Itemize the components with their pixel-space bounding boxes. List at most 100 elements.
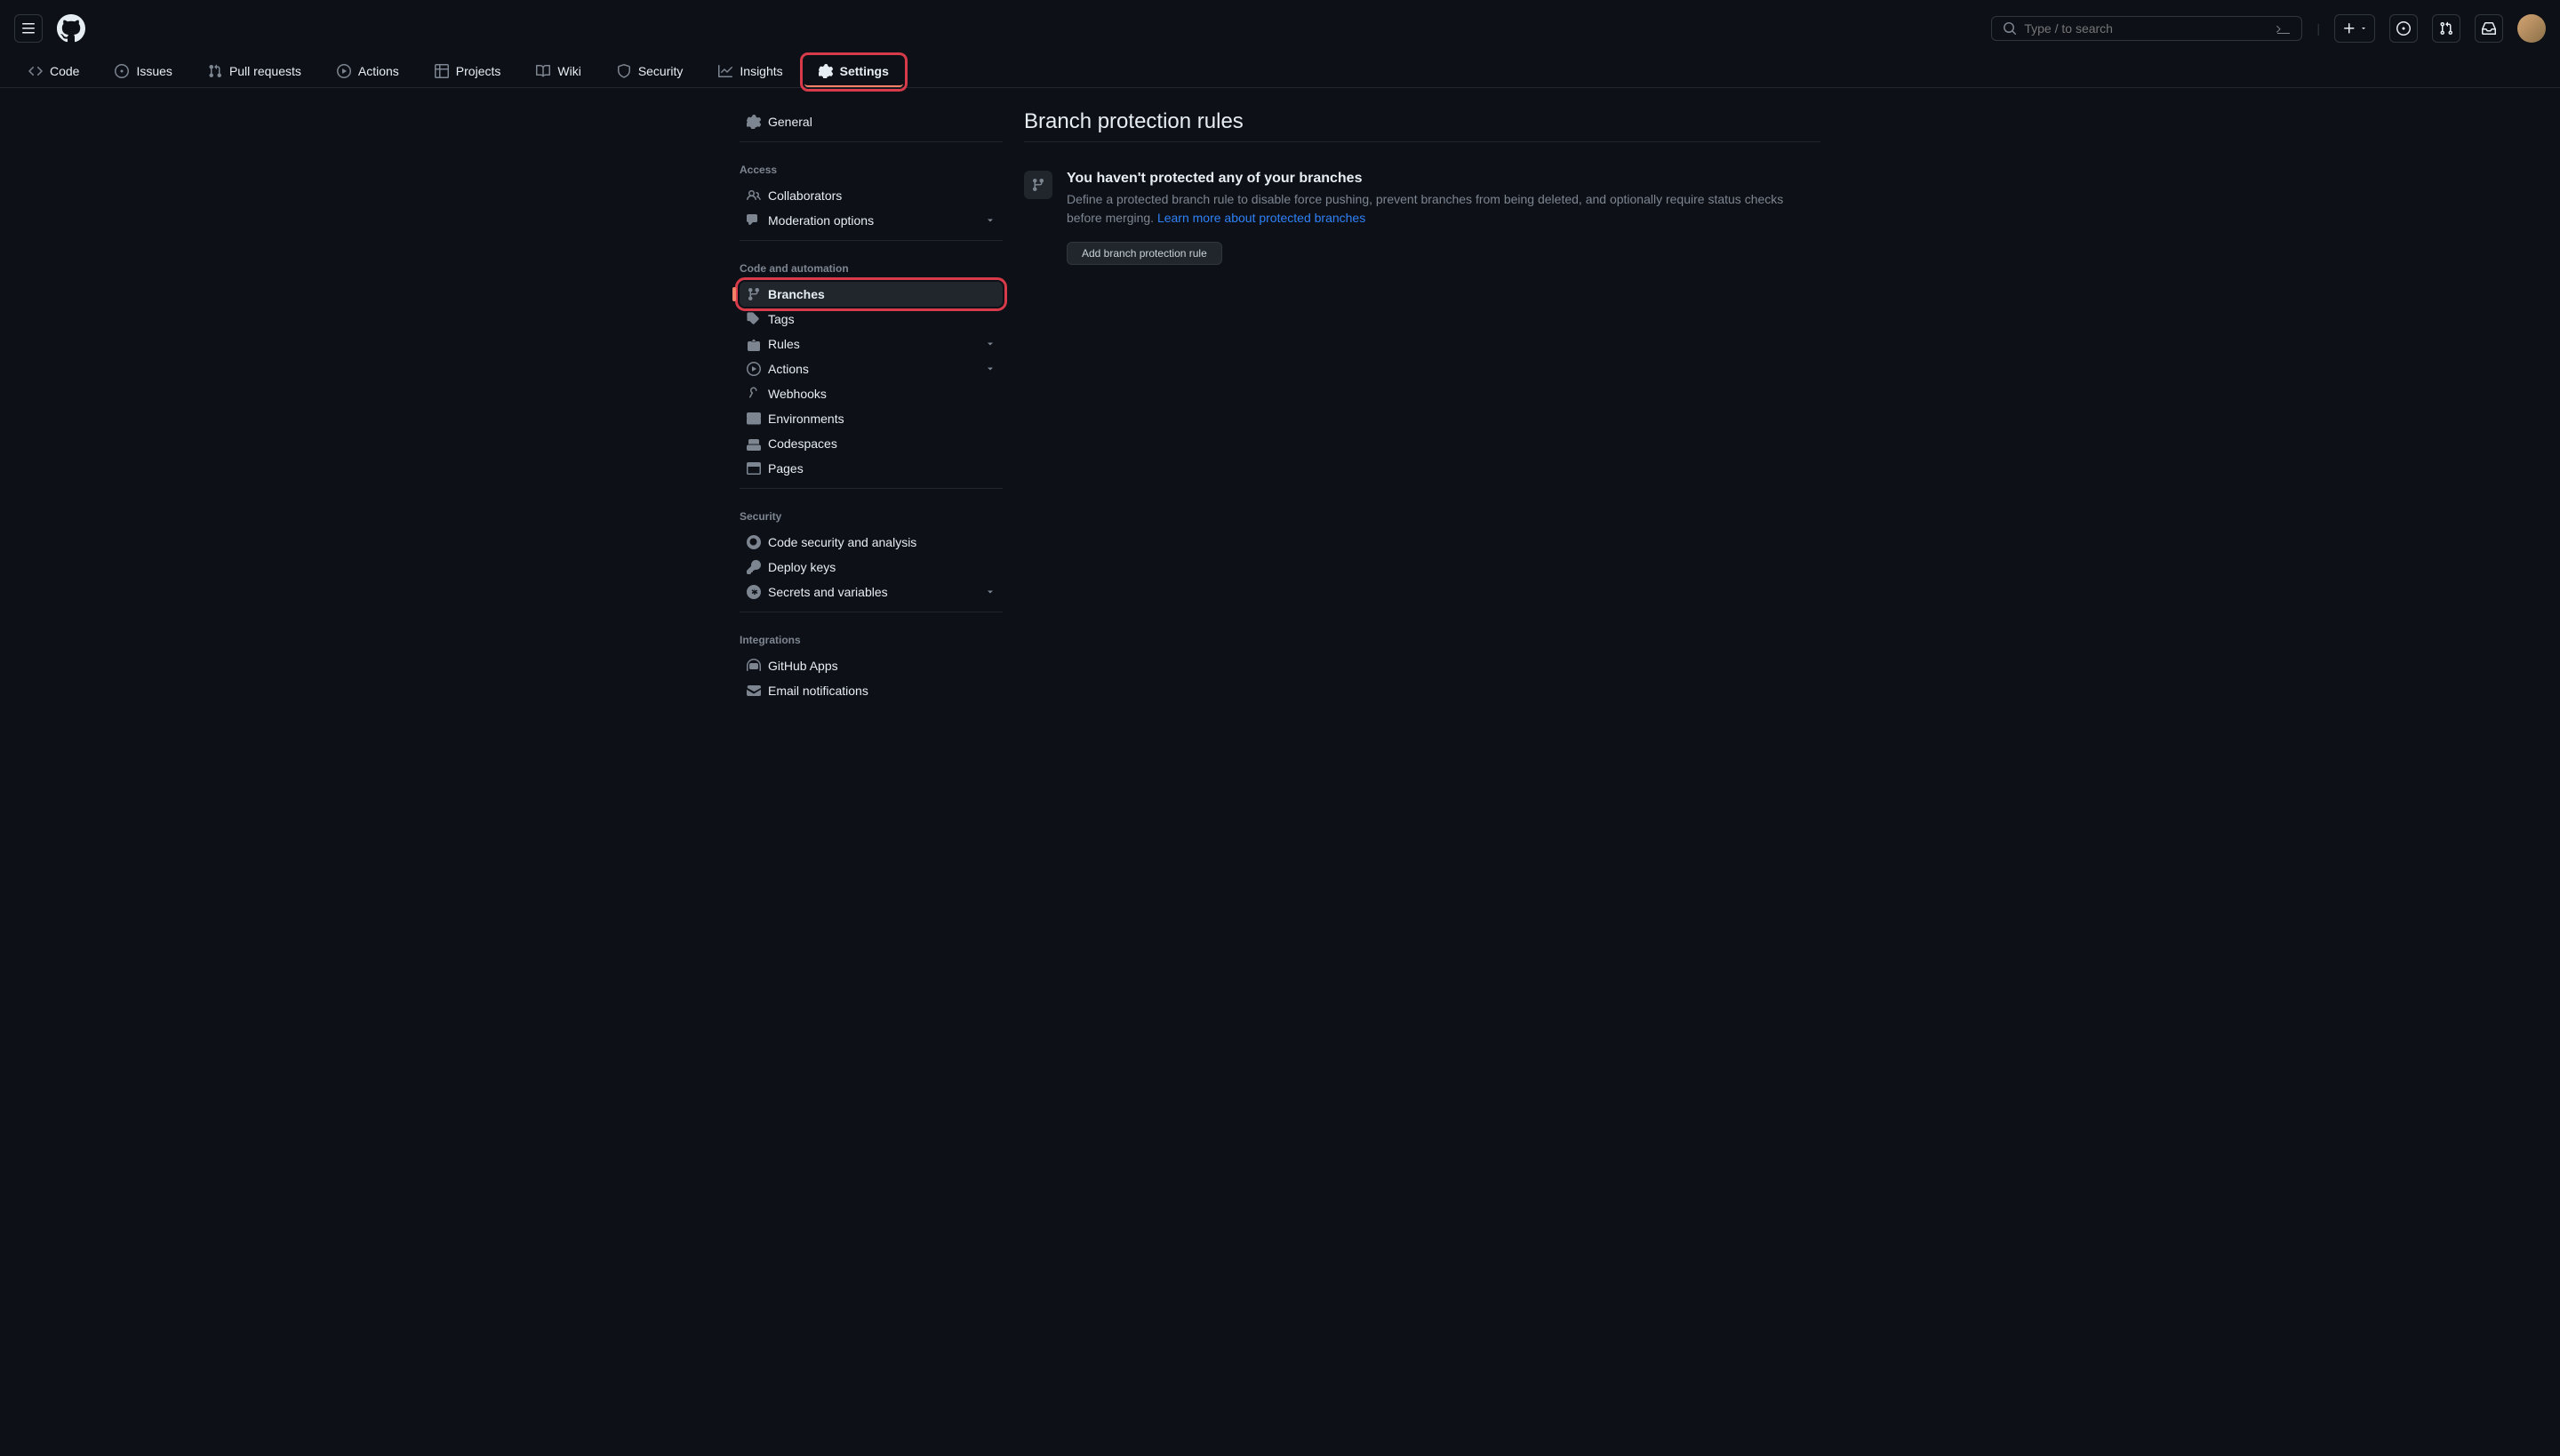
nav-issues-label: Issues: [136, 64, 172, 78]
sidebar-deploy-keys-label: Deploy keys: [768, 560, 836, 574]
inbox-icon: [2482, 21, 2496, 36]
github-logo[interactable]: [57, 14, 85, 43]
sidebar-deploy-keys[interactable]: Deploy keys: [740, 555, 1003, 580]
info-title: You haven't protected any of your branch…: [1067, 171, 1820, 187]
sidebar-secrets-label: Secrets and variables: [768, 585, 888, 599]
sidebar-actions[interactable]: Actions: [740, 356, 1003, 381]
webhook-icon: [747, 387, 761, 401]
mail-icon: [747, 684, 761, 698]
sidebar-collaborators[interactable]: Collaborators: [740, 183, 1003, 208]
git-branch-icon: [1031, 178, 1045, 192]
nav-wiki-label: Wiki: [557, 64, 580, 78]
section-integrations: Integrations: [740, 620, 1003, 653]
sidebar-email-notifications[interactable]: Email notifications: [740, 678, 1003, 703]
nav-issues[interactable]: Issues: [100, 57, 186, 87]
nav-security-label: Security: [638, 64, 684, 78]
divider: [740, 488, 1003, 489]
book-icon: [536, 64, 550, 78]
nav-projects[interactable]: Projects: [420, 57, 516, 87]
sidebar-environments-label: Environments: [768, 412, 844, 426]
sidebar-rules[interactable]: Rules: [740, 332, 1003, 356]
issues-button[interactable]: [2389, 14, 2418, 43]
repo-push-icon: [747, 337, 761, 351]
shield-icon: [617, 64, 631, 78]
play-icon: [337, 64, 351, 78]
section-access: Access: [740, 149, 1003, 183]
codescan-icon: [747, 535, 761, 549]
command-palette-icon: [2276, 21, 2291, 36]
nav-insights[interactable]: Insights: [704, 57, 796, 87]
user-avatar[interactable]: [2517, 14, 2546, 43]
key-icon: [747, 560, 761, 574]
sidebar-email-notifications-label: Email notifications: [768, 684, 868, 698]
search-box[interactable]: [1991, 16, 2302, 41]
add-branch-protection-button[interactable]: Add branch protection rule: [1067, 242, 1222, 265]
sidebar-general[interactable]: General: [740, 109, 1003, 134]
sidebar-codespaces-label: Codespaces: [768, 436, 837, 451]
nav-code[interactable]: Code: [14, 57, 93, 87]
sidebar-actions-label: Actions: [768, 362, 809, 376]
key-asterisk-icon: [747, 585, 761, 599]
search-input[interactable]: [2024, 21, 2269, 36]
sidebar-general-label: General: [768, 115, 812, 129]
nav-pull-requests[interactable]: Pull requests: [194, 57, 316, 87]
sidebar-environments[interactable]: Environments: [740, 406, 1003, 431]
gear-icon: [819, 64, 833, 78]
sidebar-github-apps[interactable]: GitHub Apps: [740, 653, 1003, 678]
learn-more-link[interactable]: Learn more about protected branches: [1157, 211, 1365, 225]
chevron-down-icon: [985, 215, 996, 226]
caret-down-icon: [2360, 25, 2367, 32]
create-new-button[interactable]: [2334, 14, 2375, 43]
hubot-icon: [747, 659, 761, 673]
hamburger-menu[interactable]: [14, 14, 43, 43]
gear-icon: [747, 115, 761, 129]
codespaces-icon: [747, 436, 761, 451]
people-icon: [747, 188, 761, 203]
graph-icon: [718, 64, 732, 78]
notifications-button[interactable]: [2475, 14, 2503, 43]
play-icon: [747, 362, 761, 376]
table-icon: [435, 64, 449, 78]
pull-requests-button[interactable]: [2432, 14, 2460, 43]
issue-icon: [2396, 21, 2411, 36]
nav-security[interactable]: Security: [603, 57, 698, 87]
sidebar-codespaces[interactable]: Codespaces: [740, 431, 1003, 456]
sidebar-pages-label: Pages: [768, 461, 804, 476]
sidebar-collaborators-label: Collaborators: [768, 188, 842, 203]
chevron-down-icon: [985, 339, 996, 349]
browser-icon: [747, 461, 761, 476]
nav-code-label: Code: [50, 64, 79, 78]
sidebar-secrets[interactable]: Secrets and variables: [740, 580, 1003, 604]
nav-wiki[interactable]: Wiki: [522, 57, 595, 87]
pull-request-icon: [2439, 21, 2453, 36]
code-icon: [28, 64, 43, 78]
nav-insights-label: Insights: [740, 64, 782, 78]
sidebar-tags[interactable]: Tags: [740, 307, 1003, 332]
section-security: Security: [740, 496, 1003, 530]
nav-actions[interactable]: Actions: [323, 57, 413, 87]
nav-settings-label: Settings: [840, 64, 889, 78]
sidebar-github-apps-label: GitHub Apps: [768, 659, 838, 673]
issue-opened-icon: [115, 64, 129, 78]
pull-request-icon: [208, 64, 222, 78]
tag-icon: [747, 312, 761, 326]
nav-pull-requests-label: Pull requests: [229, 64, 301, 78]
sidebar-branches[interactable]: Branches: [740, 282, 1003, 307]
sidebar-tags-label: Tags: [768, 312, 795, 326]
divider: [740, 141, 1003, 142]
chevron-down-icon: [985, 364, 996, 374]
sidebar-moderation[interactable]: Moderation options: [740, 208, 1003, 233]
nav-projects-label: Projects: [456, 64, 501, 78]
plus-icon: [2342, 21, 2356, 36]
sidebar-rules-label: Rules: [768, 337, 800, 351]
git-branch-icon: [747, 287, 761, 301]
sidebar-code-security[interactable]: Code security and analysis: [740, 530, 1003, 555]
nav-actions-label: Actions: [358, 64, 399, 78]
chevron-down-icon: [985, 587, 996, 597]
server-icon: [747, 412, 761, 426]
info-icon-container: [1024, 171, 1052, 199]
nav-settings[interactable]: Settings: [804, 57, 903, 87]
sidebar-pages[interactable]: Pages: [740, 456, 1003, 481]
sidebar-webhooks[interactable]: Webhooks: [740, 381, 1003, 406]
comment-discussion-icon: [747, 213, 761, 228]
